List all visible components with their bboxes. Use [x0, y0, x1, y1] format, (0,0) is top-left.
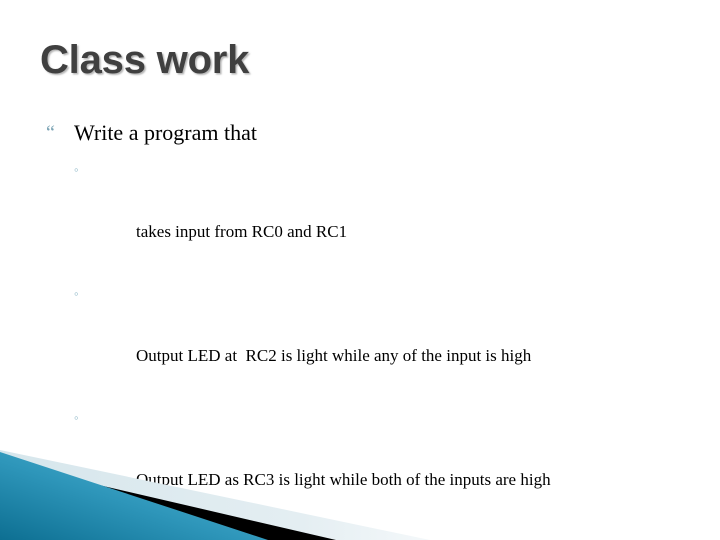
sub-bullet-list-1: ◦ takes input from RC0 and RC1 ◦ Output …	[40, 154, 700, 526]
page-title: Class work	[40, 38, 250, 82]
bullet-text-1: Write a program that	[74, 120, 257, 145]
sub-bullet-text-1-1: takes input from RC0 and RC1	[136, 222, 348, 241]
bullet-item-1: “ Write a program that	[40, 118, 700, 148]
circle-bullet-icon: ◦	[74, 286, 79, 301]
sub-bullet-item-1-1: ◦ takes input from RC0 and RC1	[40, 154, 700, 278]
sub-bullet-text-1-3: Output LED as RC3 is light while both of…	[136, 470, 551, 489]
quote-bullet-icon: “	[46, 122, 55, 144]
sub-bullet-text-1-2: Output LED at RC2 is light while any of …	[136, 346, 532, 365]
sub-bullet-item-1-3: ◦ Output LED as RC3 is light while both …	[40, 402, 700, 526]
slide-body: “ Write a program that ◦ takes input fro…	[40, 118, 700, 540]
sub-bullet-item-1-2: ◦ Output LED at RC2 is light while any o…	[40, 278, 700, 402]
circle-bullet-icon: ◦	[74, 162, 79, 177]
circle-bullet-icon: ◦	[74, 410, 79, 425]
slide: Class work “ Write a program that ◦ take…	[0, 0, 720, 540]
